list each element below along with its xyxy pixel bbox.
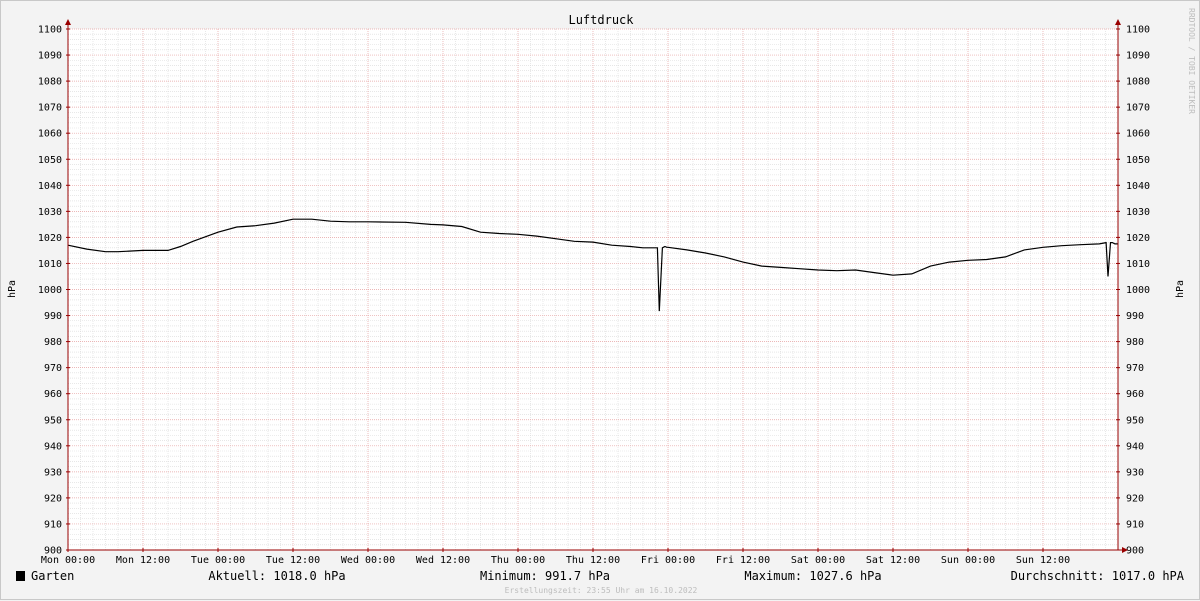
y-tick-label-right: 990 [1126,311,1144,322]
x-tick-label: Tue 00:00 [191,555,245,566]
y-tick-label-left: 1000 [38,285,62,296]
minimum-value: Minimum: 991.7 hPa [480,569,610,583]
y-tick-label-right: 910 [1126,519,1144,530]
chart-svg: 900 910 920 930 940 950 960 970 980 990 1000 1010 10… [7,8,1196,595]
y-tick-label-left: 1090 [38,51,62,62]
y-tick-label-right: 920 [1126,493,1144,504]
y-tick-label-right: 1070 [1126,103,1150,114]
y-tick-label-left: 1050 [38,155,62,166]
x-tick-label: Mon 12:00 [116,555,170,566]
y-tick-label-right: 1060 [1126,129,1150,140]
creation-time: Erstellungszeit: 23:55 Uhr am 16.10.2022 [505,586,698,595]
x-tick-label: Sun 12:00 [1016,555,1070,566]
x-tick-label: Thu 00:00 [491,555,545,566]
x-tick-label: Thu 12:00 [566,555,620,566]
x-tick-label: Fri 00:00 [641,555,695,566]
y-tick-label-right: 1050 [1126,155,1150,166]
y-tick-label-right: 1020 [1126,233,1150,244]
y-tick-label-left: 1060 [38,129,62,140]
y-axis-arrow-right [1115,19,1121,25]
y-tick-label-right: 1080 [1126,77,1150,88]
y-tick-label-left: 930 [44,467,62,478]
y-tick-label-right: 960 [1126,389,1144,400]
y-tick-label-right: 940 [1126,441,1144,452]
y-tick-label-right: 970 [1126,363,1144,374]
y-tick-label-right: 1090 [1126,51,1150,62]
y-tick-label-left: 1030 [38,207,62,218]
y-tick-label-right: 950 [1126,415,1144,426]
y-axis-left-ticks: 9009109209309409509609709809901000101010… [38,25,62,557]
y-tick-label-left: 990 [44,311,62,322]
y-tick-label-left: 1010 [38,259,62,270]
rrdtool-credit: RRDTOOL / TOBI OETIKER [1187,8,1196,114]
y-tick-label-right: 930 [1126,467,1144,478]
y-tick-label-left: 940 [44,441,62,452]
y-tick-label-left: 960 [44,389,62,400]
x-tick-label: Mon 00:00 [41,555,95,566]
x-tick-label: Tue 12:00 [266,555,320,566]
y-tick-label-left: 950 [44,415,62,426]
y-tick-label-right: 900 [1126,546,1144,557]
y-tick-label-left: 980 [44,337,62,348]
y-tick-label-left: 1040 [38,181,62,192]
y-tick-label-left: 910 [44,519,62,530]
y-tick-label-left: 1070 [38,103,62,114]
chart-frame: 900 910 920 930 940 950 960 970 980 990 1000 1010 10… [0,0,1200,600]
x-tick-label: Wed 00:00 [341,555,395,566]
current-value: Aktuell: 1018.0 hPa [208,569,345,583]
y-axis-right-ticks: 900 910 920 930 940 950 960 970 980 990 1000 1010 10… [1126,25,1150,557]
x-tick-label: Fri 12:00 [716,555,770,566]
y-tick-label-right: 1000 [1126,285,1150,296]
x-tick-label: Sat 00:00 [791,555,845,566]
y-tick-label-right: 1100 [1126,25,1150,36]
y-tick-label-left: 1100 [38,25,62,36]
y-tick-label-right: 980 [1126,337,1144,348]
x-tick-label: Sun 00:00 [941,555,995,566]
y-tick-label-right: 1030 [1126,207,1150,218]
x-tick-label: Sat 12:00 [866,555,920,566]
maximum-value: Maximum: 1027.6 hPa [744,569,881,583]
average-value: Durchschnitt: 1017.0 hPA [1011,569,1185,583]
y-axis-label-right: hPa [1175,280,1186,298]
legend-label: Garten [31,569,74,583]
y-tick-label-left: 1020 [38,233,62,244]
y-tick-label-right: 1010 [1126,259,1150,270]
y-tick-label-left: 970 [44,363,62,374]
y-axis-arrow-left [65,19,71,25]
y-tick-label-left: 1080 [38,77,62,88]
x-tick-label: Wed 12:00 [416,555,470,566]
y-tick-label-right: 1040 [1126,181,1150,192]
chart-title: Luftdruck [568,13,634,27]
x-axis-ticks: Mon 00:00 Mon 12:00 Tue 00:00 Tue 12:00 Wed … [41,555,1070,566]
y-axis-label-left: hPa [7,280,18,298]
y-tick-label-left: 920 [44,493,62,504]
legend-swatch [16,571,25,581]
